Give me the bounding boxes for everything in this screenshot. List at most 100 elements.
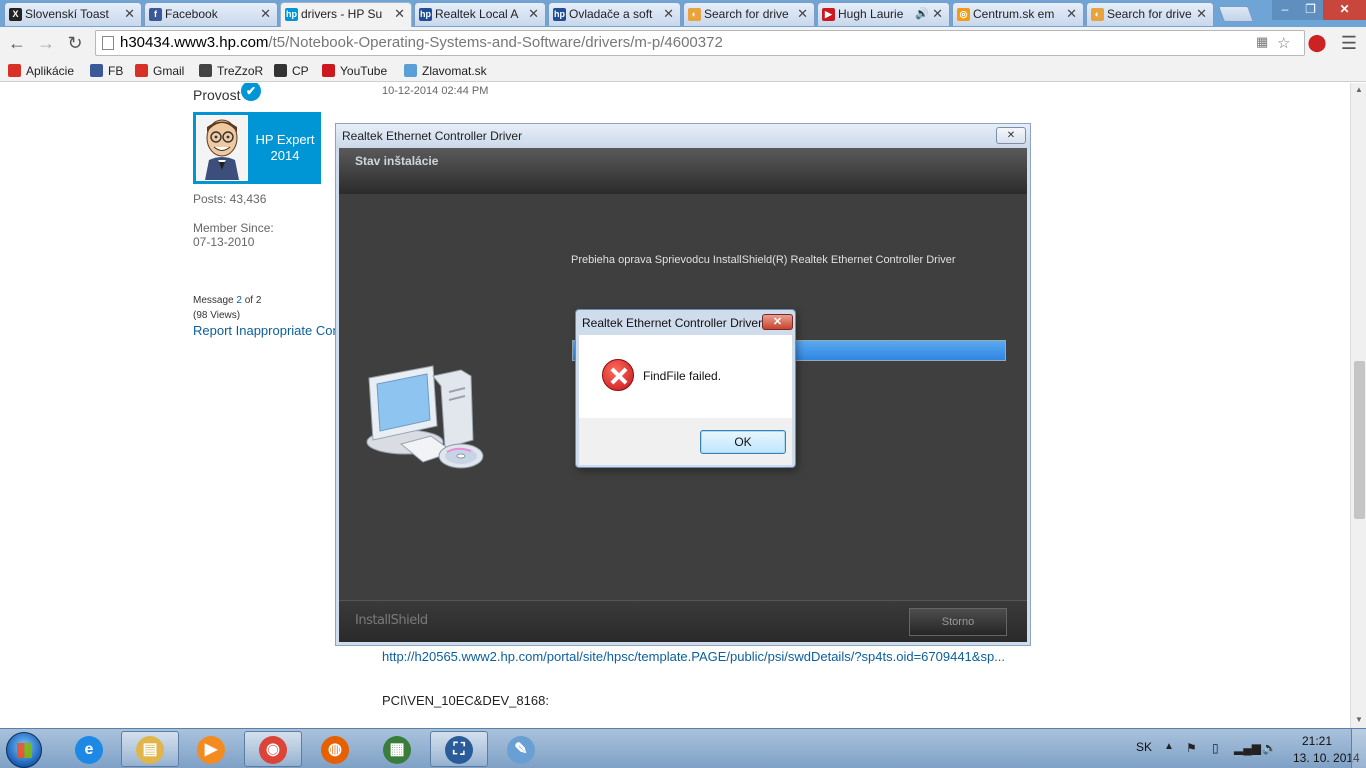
close-icon: ✕	[1006, 130, 1016, 141]
driver-download-link[interactable]: http://h20565.www2.hp.com/portal/site/hp…	[382, 649, 1005, 664]
scroll-down-icon[interactable]: ▼	[1355, 715, 1363, 724]
facebook-icon	[90, 64, 103, 77]
bookmark-item[interactable]: YouTube	[322, 63, 387, 79]
computer-cd-icon	[366, 365, 484, 469]
browser-tab[interactable]: hp Ovladače a soft ✕	[548, 2, 681, 26]
installer-cancel-button[interactable]: Storno	[909, 608, 1007, 636]
gmail-icon	[135, 64, 148, 77]
bookmark-label: FB	[108, 64, 124, 78]
reload-icon: ↻	[67, 33, 83, 53]
tab-close-icon[interactable]: ✕	[124, 3, 135, 25]
taskbar-installshield[interactable]: ⛶	[430, 731, 488, 767]
browser-tab[interactable]: ▶ Hugh Laurie 🔊 ✕	[817, 2, 950, 26]
error-dialog: Realtek Ethernet Controller Driver ✕ Fin…	[575, 309, 796, 468]
installer-close-button[interactable]: ✕	[996, 127, 1026, 144]
scrollbar-thumb[interactable]	[1354, 361, 1365, 519]
tab-title: drivers - HP Su	[301, 7, 383, 21]
language-indicator[interactable]: SK	[1136, 740, 1152, 754]
tab-close-icon[interactable]: ✕	[663, 3, 674, 25]
maximize-button[interactable]: ❐	[1298, 0, 1323, 20]
taskbar-internet-explorer[interactable]: e	[60, 731, 118, 767]
address-bar[interactable]: h30434.www3.hp.com/t5/Notebook-Operating…	[95, 30, 1305, 56]
expert-label: HP Expert 2014	[255, 132, 315, 163]
bookmark-item[interactable]: FB	[90, 63, 123, 79]
bookmark-item[interactable]: CP	[274, 63, 309, 79]
message-number[interactable]: 2	[236, 295, 242, 306]
author-username[interactable]: Provost	[193, 87, 240, 103]
tab-close-icon[interactable]: ✕	[260, 3, 271, 25]
back-button[interactable]: ←	[6, 32, 28, 54]
browser-tab[interactable]: f Facebook ✕	[144, 2, 278, 26]
tab-audio-icon: 🔊	[915, 8, 929, 20]
page-icon	[102, 36, 114, 50]
forward-button[interactable]: →	[35, 32, 57, 54]
volume-icon[interactable]: 🔈	[1262, 741, 1277, 755]
bookmark-label: CP	[292, 64, 309, 78]
bookmark-item[interactable]: Zlavomat.sk	[404, 63, 487, 79]
tab-close-icon[interactable]: ✕	[932, 3, 943, 25]
browser-tab[interactable]: ◐ Search for drive ✕	[683, 2, 815, 26]
task-manager-icon: ▦	[383, 736, 411, 764]
taskbar-paint[interactable]: ✎	[492, 731, 550, 767]
start-button[interactable]	[6, 732, 42, 768]
error-dialog-close-button[interactable]: ✕	[762, 314, 793, 330]
internet-explorer-icon: e	[75, 736, 103, 764]
browser-tab[interactable]: ◐ Search for drive ✕	[1086, 2, 1214, 26]
browser-tab[interactable]: ◎ Centrum.sk em ✕	[952, 2, 1084, 26]
show-desktop-button[interactable]	[1351, 729, 1366, 768]
show-hidden-icons-icon[interactable]: ▲	[1164, 741, 1174, 752]
adblock-icon: ⬤	[1307, 33, 1327, 52]
bookmark-item[interactable]: TreZzoR	[199, 63, 263, 79]
report-inappropriate-link[interactable]: Report Inappropriate Con	[193, 323, 340, 338]
close-window-button[interactable]: ✕	[1323, 0, 1366, 20]
reload-button[interactable]: ↻	[64, 32, 86, 54]
error-dialog-button-area: OK	[579, 418, 792, 465]
bookmark-item[interactable]: Aplikácie	[8, 63, 74, 79]
clock-time[interactable]: 21:21	[1302, 734, 1332, 748]
page-scrollbar[interactable]: ▲ ▼	[1350, 83, 1366, 728]
new-tab-button[interactable]	[1218, 6, 1254, 22]
installer-titlebar[interactable]: Realtek Ethernet Controller Driver ✕	[336, 124, 1030, 148]
bookmark-item[interactable]: Gmail	[135, 63, 184, 79]
translate-icon[interactable]: ▦	[1256, 34, 1268, 50]
tab-close-icon[interactable]: ✕	[797, 3, 808, 25]
taskbar-chrome[interactable]: ◉	[244, 731, 302, 767]
tab-title: Realtek Local A	[435, 7, 519, 21]
post-count: Posts: 43,436	[193, 192, 267, 206]
clock-date[interactable]: 13. 10. 2014	[1293, 751, 1360, 765]
taskbar-task-manager[interactable]: ▦	[368, 731, 426, 767]
taskbar-firefox[interactable]: ◍	[306, 731, 364, 767]
bookmark-label: YouTube	[340, 64, 388, 78]
battery-icon[interactable]: ▯	[1212, 741, 1219, 755]
url-text[interactable]: h30434.www3.hp.com/t5/Notebook-Operating…	[120, 34, 723, 51]
url-path: /t5/Notebook-Operating-Systems-and-Softw…	[268, 34, 723, 51]
hamburger-menu-icon: ☰	[1340, 33, 1358, 53]
minimize-button[interactable]: –	[1272, 0, 1298, 20]
installer-footer: InstallShield Storno	[339, 600, 1027, 642]
ok-button[interactable]: OK	[700, 430, 786, 454]
tab-close-icon[interactable]: ✕	[1066, 3, 1077, 25]
tab-close-icon[interactable]: ✕	[528, 3, 539, 25]
browser-tab[interactable]: hp Realtek Local A ✕	[414, 2, 546, 26]
network-signal-icon[interactable]: ▂▄▆	[1234, 741, 1261, 755]
tab-title: Search for drive	[704, 7, 789, 21]
browser-tab[interactable]: X Slovenskí Toast ✕	[4, 2, 142, 26]
bookmark-star-icon[interactable]: ☆	[1277, 34, 1290, 52]
browser-tab[interactable]: hp drivers - HP Su ✕	[280, 2, 412, 27]
browser-tabstrip: X Slovenskí Toast ✕ f Facebook ✕ hp drivers - H…	[0, 0, 1366, 27]
action-center-flag-icon[interactable]: ⚑	[1186, 741, 1197, 755]
bookmarks-bar: Aplikácie FB Gmail TreZzoR CP YouTube Zlavomat…	[0, 60, 1366, 82]
tab-close-icon[interactable]: ✕	[1196, 3, 1207, 25]
tab-close-icon[interactable]: ✕	[394, 3, 405, 25]
windows-taskbar: e ▤ ▶ ◉ ◍ ▦ ⛶ ✎ SK ▲ ⚑ ▯ ▂▄▆ 🔈 21:21 13. 10. 20…	[0, 728, 1366, 768]
taskbar-windows-explorer[interactable]: ▤	[121, 731, 179, 767]
view-count: (98 Views)	[193, 310, 241, 321]
media-player-icon: ▶	[197, 736, 225, 764]
avatar-caricature-icon	[205, 119, 239, 180]
taskbar-media-player[interactable]: ▶	[182, 731, 240, 767]
scroll-up-icon[interactable]: ▲	[1355, 85, 1363, 94]
error-dialog-content: FindFile failed.	[579, 335, 792, 418]
chrome-menu-button[interactable]: ☰	[1338, 32, 1360, 54]
error-icon	[602, 359, 634, 391]
extension-button[interactable]: ⬤	[1306, 32, 1328, 54]
